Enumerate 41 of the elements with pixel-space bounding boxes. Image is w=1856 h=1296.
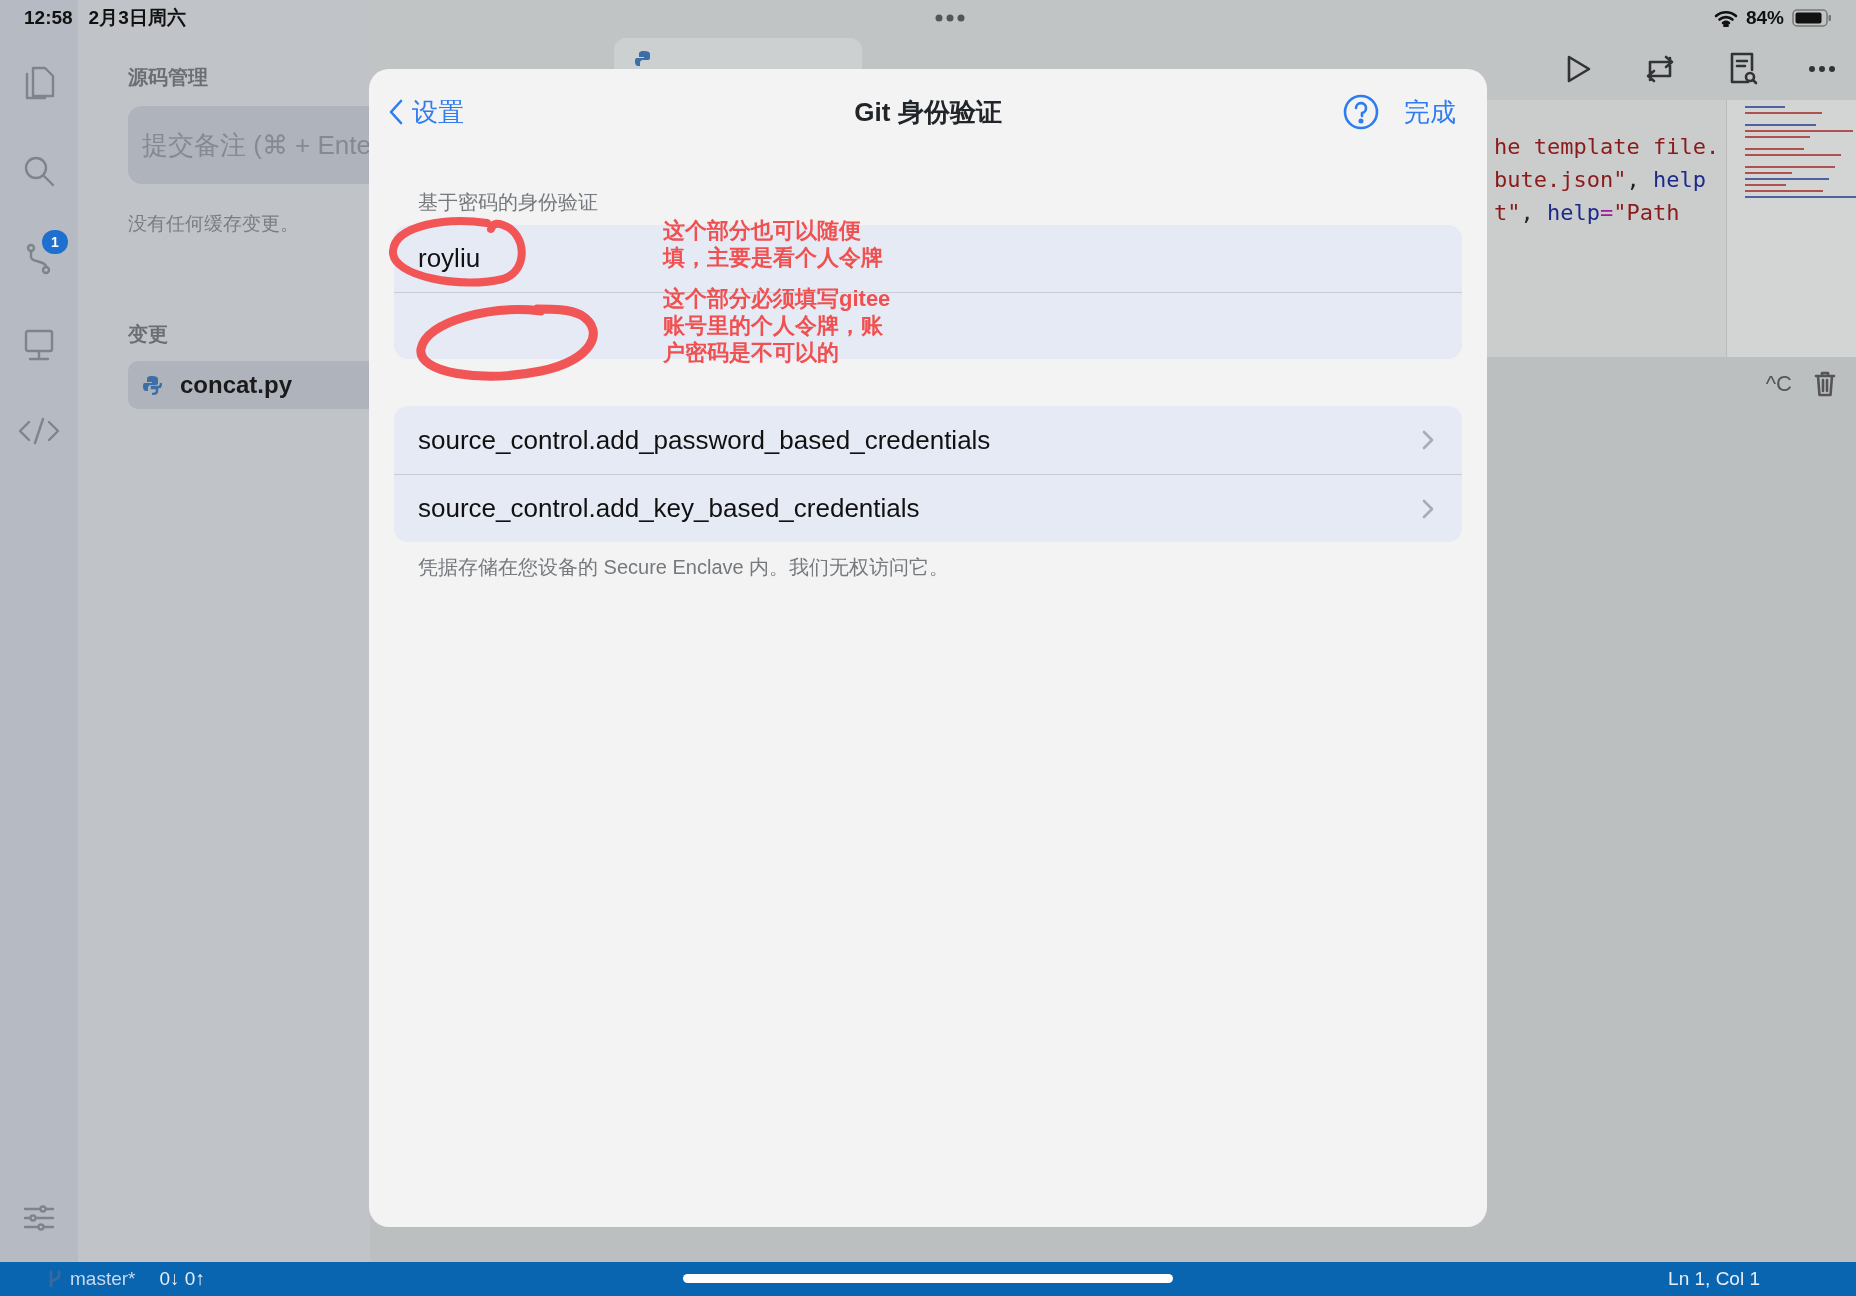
search-icon[interactable]: [22, 154, 56, 188]
dialog-title: Git 身份验证: [854, 96, 1002, 127]
sync-status[interactable]: 0↓ 0↑: [159, 1264, 205, 1294]
code-line: bute.json", help: [1494, 166, 1707, 194]
more-icon[interactable]: [1808, 65, 1836, 73]
date-text: 2月3日周六: [88, 5, 186, 30]
annotation-text: 账号里的个人令牌，账: [663, 312, 883, 339]
username-field[interactable]: royliu: [418, 239, 658, 278]
battery-text: 84%: [1745, 5, 1784, 30]
code-icon[interactable]: [17, 416, 61, 446]
footnote-text: 凭据存储在您设备的 Secure Enclave 内。我们无权访问它。: [417, 555, 951, 580]
annotation-text: 这个部分也可以随便: [663, 217, 861, 244]
list-row[interactable]: source_control.add_key_based_credentials: [394, 474, 1462, 542]
battery-icon: [1792, 8, 1832, 28]
chevron-right-icon: [1422, 498, 1434, 519]
time-text: 12:58: [24, 5, 73, 30]
sliders-icon[interactable]: [23, 1204, 55, 1232]
code-line: t", help="Path: [1494, 199, 1681, 227]
more-icon: [934, 14, 965, 22]
code-line: he template file.: [1494, 133, 1721, 161]
panel-title: 源码管理: [128, 65, 209, 90]
list-row[interactable]: source_control.add_password_based_credentials: [394, 406, 1462, 474]
done-button[interactable]: 完成: [1403, 91, 1457, 133]
chevron-right-icon: [1422, 430, 1434, 450]
help-icon[interactable]: [1343, 94, 1379, 130]
cursor-position[interactable]: Ln 1, Col 1: [1668, 1264, 1760, 1294]
badge: 1: [42, 230, 68, 254]
annotation-text: 户密码是不可以的: [663, 339, 839, 366]
branch-icon: [48, 1270, 62, 1288]
section-header: 变更: [128, 321, 169, 347]
annotation-text: 这个部分必须填写gitee: [663, 285, 891, 312]
annotation-text: 填，主要是看个人令牌: [663, 244, 883, 271]
trash-icon[interactable]: [1814, 370, 1836, 397]
wifi-icon: [1713, 9, 1738, 27]
branch-indicator[interactable]: master*: [48, 1264, 136, 1294]
interrupt-button[interactable]: ^C: [1765, 367, 1792, 400]
python-icon: [142, 374, 162, 395]
document-search-icon[interactable]: [1728, 52, 1758, 86]
chevron-left-icon: [388, 98, 404, 126]
section-header: 基于密码的身份验证: [417, 190, 598, 215]
empty-message: 没有任何缓存变更。: [128, 212, 300, 236]
